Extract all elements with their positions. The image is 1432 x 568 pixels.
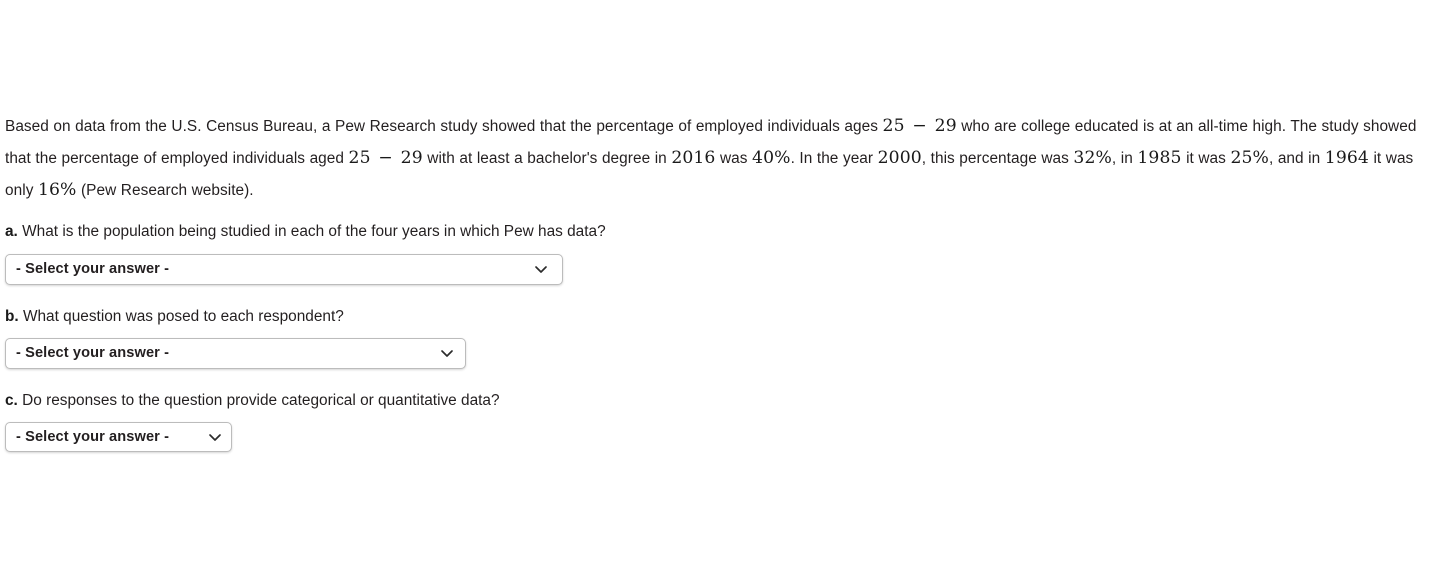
- question-block-b: b. What question was posed to each respo…: [5, 307, 1432, 369]
- answer-select-b-value: - Select your answer -: [16, 345, 170, 362]
- chevron-down-icon[interactable]: [440, 346, 454, 360]
- math-value: 32%: [1073, 147, 1112, 168]
- math-value: 1985: [1137, 147, 1182, 168]
- question-a-line: a. What is the population being studied …: [5, 222, 1432, 242]
- math-value: 40%: [752, 147, 791, 168]
- question-b-prompt: What question was posed to each responde…: [22, 307, 344, 325]
- math-value: 25 − 29: [348, 147, 423, 168]
- math-value: 1964: [1324, 147, 1369, 168]
- question-b-marker: b.: [5, 307, 19, 325]
- answer-select-a-value: - Select your answer -: [16, 261, 170, 278]
- math-value: 25%: [1230, 147, 1269, 168]
- problem-statement: Based on data from the U.S. Census Burea…: [5, 116, 1417, 200]
- question-c-line: c. Do responses to the question provide …: [5, 391, 1432, 411]
- answer-select-c-value: - Select your answer -: [16, 428, 170, 445]
- question-a-marker: a.: [5, 222, 18, 240]
- question-b-line: b. What question was posed to each respo…: [5, 307, 1432, 327]
- answer-select-a[interactable]: - Select your answer -: [5, 253, 563, 285]
- math-value: 16%: [37, 179, 77, 200]
- chevron-down-icon[interactable]: [208, 430, 222, 444]
- exercise-page: Based on data from the U.S. Census Burea…: [0, 0, 1432, 568]
- answer-select-c[interactable]: - Select your answer -: [5, 421, 232, 452]
- question-a-prompt: What is the population being studied in …: [22, 222, 606, 240]
- chevron-down-icon[interactable]: [534, 262, 548, 276]
- question-c-marker: c.: [5, 391, 18, 409]
- question-c-prompt: Do responses to the question provide cat…: [22, 391, 500, 409]
- math-value: 2016: [671, 147, 716, 168]
- question-block-c: c. Do responses to the question provide …: [5, 391, 1432, 452]
- math-value: 2000: [877, 147, 922, 168]
- answer-select-b[interactable]: - Select your answer -: [5, 337, 466, 369]
- question-block-a: a. What is the population being studied …: [5, 222, 1432, 285]
- math-value: 25 − 29: [882, 116, 957, 137]
